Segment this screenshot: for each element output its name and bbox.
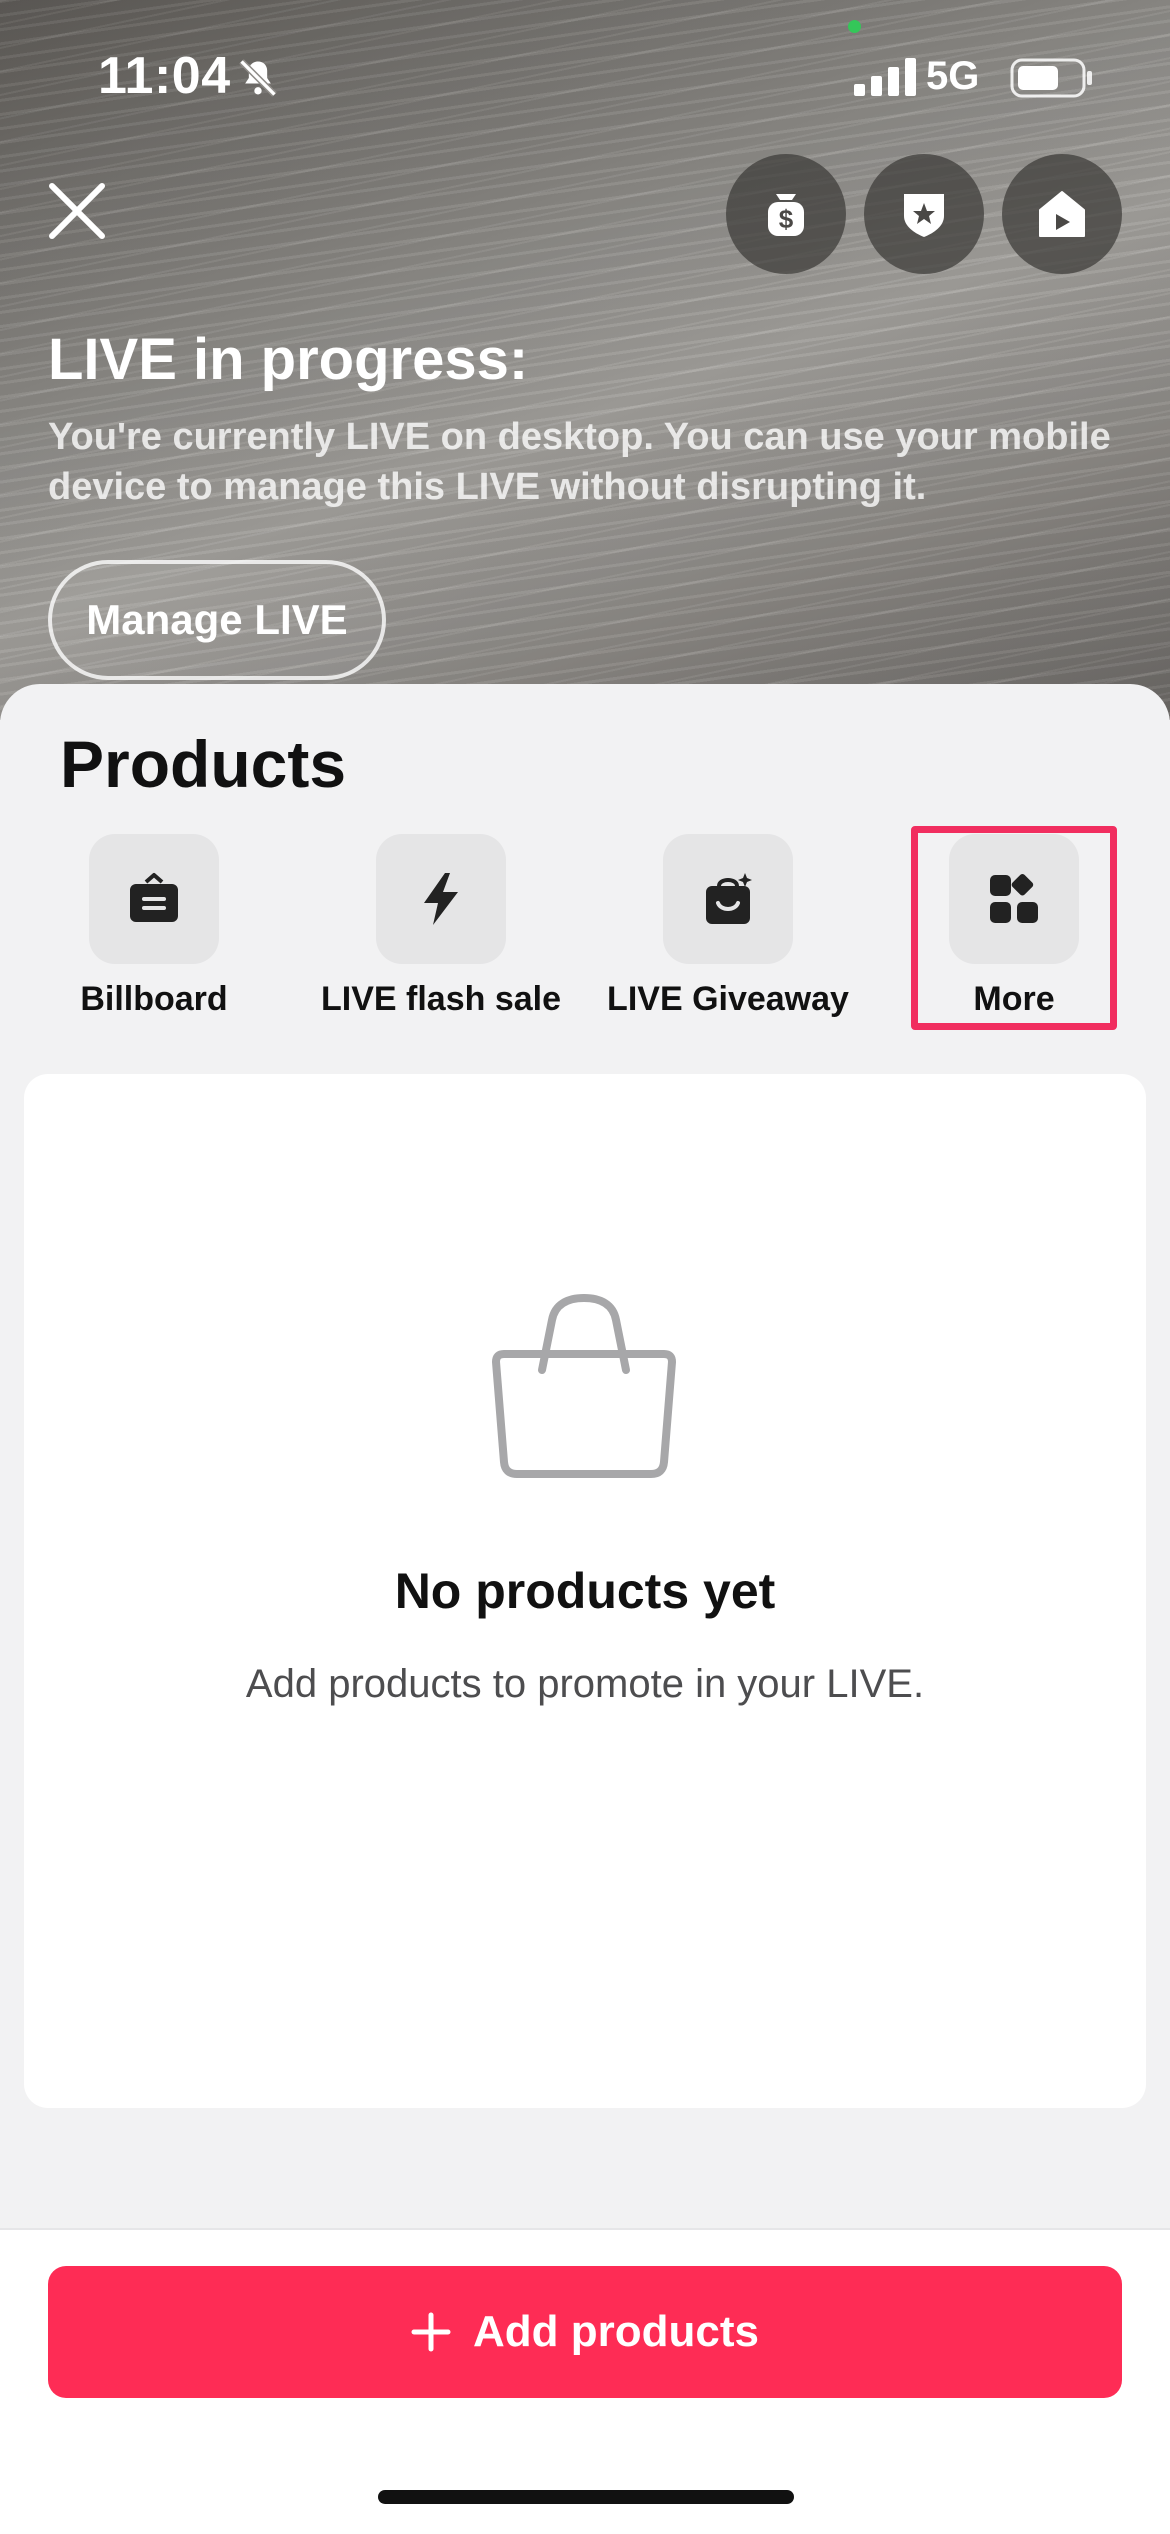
billboard-icon: [130, 873, 178, 922]
dollar-bag-icon: $: [768, 194, 804, 236]
tool-label: Billboard: [80, 980, 228, 1018]
battery-icon: [1010, 58, 1092, 98]
live-status-title: LIVE in progress:: [48, 327, 529, 392]
tool-label: More: [973, 980, 1055, 1018]
privacy-indicator-dot: [848, 20, 861, 33]
empty-state-subtitle: Add products to promote in your LIVE.: [245, 1662, 925, 1706]
grid-icon: [990, 873, 1038, 923]
live-center-button[interactable]: [1002, 154, 1122, 274]
live-home-icon: [1039, 191, 1085, 237]
tool-live-giveaway[interactable]: LIVE Giveaway: [607, 834, 849, 1024]
shopping-bag-icon: [492, 1294, 676, 1478]
tool-tile: [949, 834, 1079, 964]
tool-billboard[interactable]: Billboard: [44, 834, 264, 1024]
tool-more[interactable]: More: [904, 834, 1124, 1024]
add-products-label: Add products: [473, 2307, 759, 2356]
tool-label: LIVE flash sale: [321, 980, 561, 1018]
bell-off-icon: [239, 59, 277, 97]
status-bar: 11:04 5G: [0, 0, 1170, 150]
signal-icon: [854, 58, 916, 96]
shield-star-icon: [904, 194, 944, 237]
gift-bag-icon: [706, 873, 752, 924]
close-icon[interactable]: [46, 180, 108, 242]
tool-tile: [376, 834, 506, 964]
empty-state-title: No products yet: [394, 1563, 776, 1619]
plus-icon: [411, 2312, 451, 2352]
moderation-button[interactable]: [864, 154, 984, 274]
svg-text:$: $: [779, 204, 794, 234]
tool-tile: [663, 834, 793, 964]
lightning-icon: [424, 873, 458, 925]
products-title: Products: [60, 727, 347, 801]
network-label: 5G: [926, 54, 980, 98]
manage-live-button[interactable]: Manage LIVE: [48, 560, 386, 680]
tool-tile: [89, 834, 219, 964]
add-products-button[interactable]: Add products: [48, 2266, 1122, 2398]
tool-label: LIVE Giveaway: [607, 980, 849, 1018]
live-status-description: You're currently LIVE on desktop. You ca…: [48, 416, 1111, 508]
tool-live-flash-sale[interactable]: LIVE flash sale: [321, 834, 561, 1024]
status-time: 11:04: [98, 47, 231, 105]
earnings-button[interactable]: $: [726, 154, 846, 274]
home-indicator[interactable]: [378, 2490, 794, 2504]
